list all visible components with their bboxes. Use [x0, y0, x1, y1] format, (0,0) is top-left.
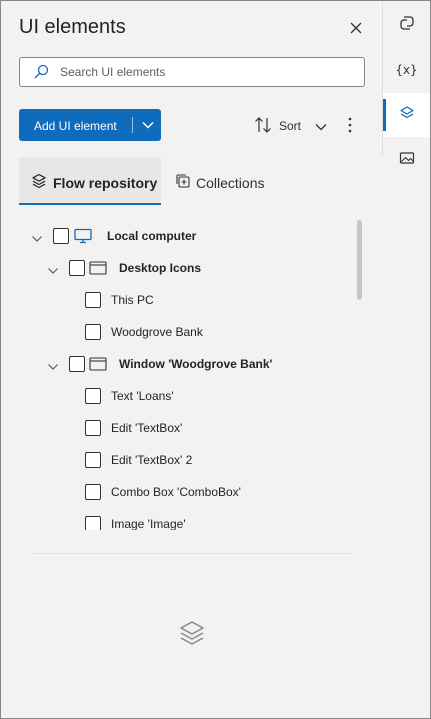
checkbox[interactable] [85, 484, 101, 500]
window-icon [89, 356, 107, 377]
checkbox[interactable] [53, 228, 69, 244]
copilot-icon [398, 14, 416, 37]
more-vertical-icon [342, 117, 358, 139]
variables-button[interactable]: {x} [383, 48, 430, 92]
computer-icon [74, 228, 92, 249]
sort-label: Sort [279, 119, 302, 133]
tree-row-window-woodgrove[interactable]: Window 'Woodgrove Bank' [1, 348, 331, 380]
add-ui-element-button[interactable]: Add UI element [19, 109, 161, 141]
checkbox[interactable] [85, 292, 101, 308]
tree-label: Edit 'TextBox' [111, 421, 183, 435]
copilot-button[interactable] [383, 3, 430, 47]
tree-row-image[interactable]: Image 'Image' [1, 508, 331, 530]
ui-elements-tree: Local computer Desktop Icons This PC Woo… [1, 220, 383, 530]
tree-label: This PC [111, 293, 154, 307]
checkbox[interactable] [85, 324, 101, 340]
layers-icon [31, 173, 47, 192]
tree-label: Image 'Image' [111, 517, 186, 530]
split-divider [132, 117, 133, 133]
chevron-down-icon [315, 120, 327, 138]
collections-icon [175, 173, 191, 192]
tree-label: Local computer [107, 229, 197, 243]
sort-icon [253, 115, 273, 140]
tab-flow-repository[interactable]: Flow repository [19, 157, 161, 205]
chevron-down-icon[interactable] [47, 263, 59, 281]
checkbox[interactable] [85, 452, 101, 468]
checkbox[interactable] [85, 388, 101, 404]
tree-row-text-loans[interactable]: Text 'Loans' [1, 380, 331, 412]
side-rail: {x} [382, 1, 430, 718]
images-button[interactable] [383, 138, 430, 182]
chevron-down-icon[interactable] [47, 359, 59, 377]
add-ui-element-label: Add UI element [34, 119, 117, 133]
chevron-down-icon[interactable] [141, 118, 155, 137]
layers-icon [177, 618, 207, 653]
tree-row-this-pc[interactable]: This PC [1, 284, 331, 316]
checkbox[interactable] [69, 260, 85, 276]
tree-row-local-computer[interactable]: Local computer [1, 220, 331, 252]
ui-elements-panel: {x} UI elements Add UI element [0, 0, 431, 719]
tree-label: Desktop Icons [119, 261, 202, 275]
ui-elements-rail-button[interactable] [383, 93, 430, 137]
tree-label: Edit 'TextBox' 2 [111, 453, 193, 467]
tree-row-edit-textbox[interactable]: Edit 'TextBox' [1, 412, 331, 444]
close-button[interactable] [346, 18, 366, 38]
checkbox[interactable] [85, 516, 101, 530]
tree-label: Combo Box 'ComboBox' [111, 485, 241, 499]
tab-label: Collections [196, 175, 265, 191]
close-icon [346, 22, 366, 42]
search-input[interactable] [60, 58, 356, 86]
tab-label: Flow repository [53, 175, 158, 191]
tree-row-combo-box[interactable]: Combo Box 'ComboBox' [1, 476, 331, 508]
chevron-down-icon[interactable] [31, 231, 43, 249]
tab-collections[interactable]: Collections [163, 157, 273, 203]
checkbox[interactable] [69, 356, 85, 372]
layers-icon [398, 104, 416, 127]
more-options-button[interactable] [342, 115, 358, 135]
variables-icon: {x} [395, 63, 418, 77]
tree-scrollbar-thumb[interactable] [357, 220, 362, 300]
window-icon [89, 260, 107, 281]
tree-label: Text 'Loans' [111, 389, 174, 403]
tree-row-desktop-icons[interactable]: Desktop Icons [1, 252, 331, 284]
search-box [19, 57, 365, 87]
search-icon [33, 64, 49, 85]
divider [33, 553, 353, 554]
tree-row-woodgrove-bank[interactable]: Woodgrove Bank [1, 316, 331, 348]
image-icon [398, 149, 416, 172]
tree-label: Woodgrove Bank [111, 325, 203, 339]
tree-label: Window 'Woodgrove Bank' [119, 357, 273, 371]
checkbox[interactable] [85, 420, 101, 436]
panel-title: UI elements [19, 16, 126, 38]
tree-row-edit-textbox-2[interactable]: Edit 'TextBox' 2 [1, 444, 331, 476]
